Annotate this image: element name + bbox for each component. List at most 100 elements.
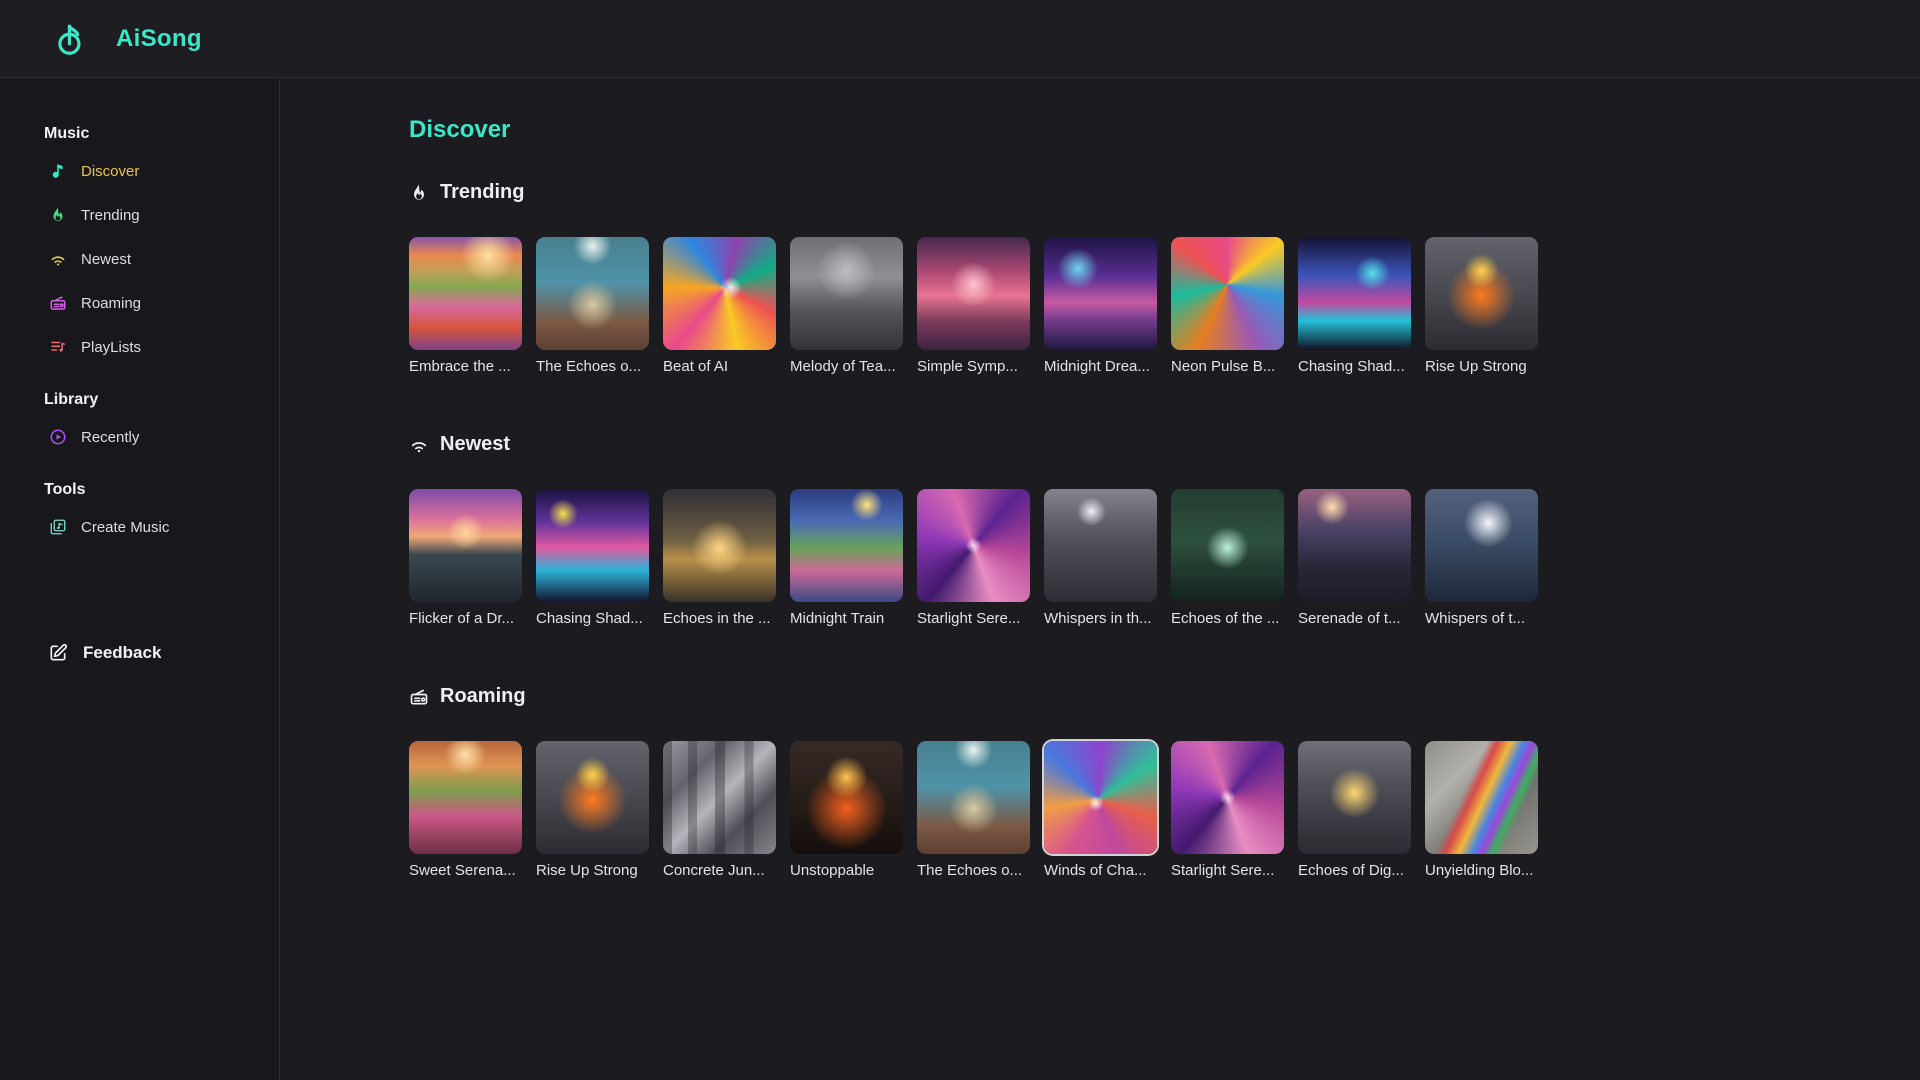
sections: Trending Embrace the ... The Echoes o... Be…: [409, 181, 1880, 879]
sidebar-item-label: Roaming: [81, 295, 141, 312]
song-title: Winds of Cha...: [1044, 862, 1157, 879]
song-tile-chasing-shad[interactable]: Chasing Shad...: [536, 489, 649, 627]
song-tile-the-echoes-o[interactable]: The Echoes o...: [917, 741, 1030, 879]
app-window: AiSong MusicDiscover Trending Newest Roamin…: [0, 0, 1920, 1080]
song-tile-unyielding-blo[interactable]: Unyielding Blo...: [1425, 741, 1538, 879]
playlist-icon: [49, 338, 67, 356]
song-title: Rise Up Strong: [536, 862, 649, 879]
sidebar-item-create-music[interactable]: Create Music: [0, 505, 279, 549]
sidebar-group-title: Music: [0, 119, 279, 149]
wifi-icon: [409, 435, 429, 455]
radio-icon: [409, 687, 429, 707]
song-tile-rise-up-strong[interactable]: Rise Up Strong: [1425, 237, 1538, 375]
song-tile-simple-symp[interactable]: Simple Symp...: [917, 237, 1030, 375]
album-art: [1298, 489, 1411, 602]
song-tile-neon-pulse-b[interactable]: Neon Pulse B...: [1171, 237, 1284, 375]
song-tile-starlight-sere[interactable]: Starlight Sere...: [1171, 741, 1284, 879]
feedback-button[interactable]: Feedback: [0, 643, 279, 663]
album-art: [1171, 741, 1284, 854]
album-art: [1171, 237, 1284, 350]
sidebar-group-title: Tools: [0, 475, 279, 505]
sidebar-item-discover[interactable]: Discover: [0, 149, 279, 193]
song-tile-whispers-of-t[interactable]: Whispers of t...: [1425, 489, 1538, 627]
app-title: AiSong: [116, 25, 202, 53]
song-title: Serenade of t...: [1298, 610, 1411, 627]
play-circle-icon: [49, 428, 67, 446]
album-art: [536, 489, 649, 602]
song-tile-midnight-drea[interactable]: Midnight Drea...: [1044, 237, 1157, 375]
sidebar-item-label: PlayLists: [81, 339, 141, 356]
sidebar-item-trending[interactable]: Trending: [0, 193, 279, 237]
song-tile-rise-up-strong[interactable]: Rise Up Strong: [536, 741, 649, 879]
song-title: Embrace the ...: [409, 358, 522, 375]
create-music-icon: [49, 518, 67, 536]
song-title: Concrete Jun...: [663, 862, 776, 879]
song-title: Flicker of a Dr...: [409, 610, 522, 627]
album-art: [790, 489, 903, 602]
album-art: [1425, 237, 1538, 350]
radio-icon: [49, 294, 67, 312]
music-note-icon: [49, 162, 67, 180]
sidebar-group-title: Library: [0, 385, 279, 415]
album-art: [1044, 237, 1157, 350]
album-art: [1044, 489, 1157, 602]
song-title: Echoes in the ...: [663, 610, 776, 627]
song-title: Rise Up Strong: [1425, 358, 1538, 375]
song-tile-unstoppable[interactable]: Unstoppable: [790, 741, 903, 879]
album-art: [536, 741, 649, 854]
song-tile-flicker-of-a-dr[interactable]: Flicker of a Dr...: [409, 489, 522, 627]
tile-row: Sweet Serena... Rise Up Strong Concrete Ju…: [409, 741, 1880, 879]
song-title: Melody of Tea...: [790, 358, 903, 375]
sidebar-group-library: Library Recently: [0, 385, 279, 459]
song-tile-echoes-of-dig[interactable]: Echoes of Dig...: [1298, 741, 1411, 879]
album-art: [1425, 489, 1538, 602]
song-tile-winds-of-cha[interactable]: Winds of Cha...: [1044, 741, 1157, 879]
sidebar-item-label: Newest: [81, 251, 131, 268]
sidebar-item-label: Trending: [81, 207, 140, 224]
album-art: [1044, 741, 1157, 854]
song-title: Echoes of the ...: [1171, 610, 1284, 627]
album-art: [663, 237, 776, 350]
sidebar-item-playlists[interactable]: PlayLists: [0, 325, 279, 369]
sidebar-item-newest[interactable]: Newest: [0, 237, 279, 281]
song-tile-echoes-in-the[interactable]: Echoes in the ...: [663, 489, 776, 627]
flame-icon: [409, 183, 429, 203]
album-art: [1298, 741, 1411, 854]
song-title: The Echoes o...: [536, 358, 649, 375]
section-title: Trending: [440, 181, 524, 204]
main-content: Discover TrendingEmbrace the ...The Echo…: [281, 79, 1920, 1080]
song-tile-concrete-jun[interactable]: Concrete Jun...: [663, 741, 776, 879]
song-title: Chasing Shad...: [536, 610, 649, 627]
album-art: [409, 237, 522, 350]
song-title: Whispers of t...: [1425, 610, 1538, 627]
section-trending: Trending Embrace the ... The Echoes o... Be…: [409, 181, 1880, 375]
song-tile-echoes-of-the[interactable]: Echoes of the ...: [1171, 489, 1284, 627]
song-tile-starlight-sere[interactable]: Starlight Sere...: [917, 489, 1030, 627]
song-tile-serenade-of-t[interactable]: Serenade of t...: [1298, 489, 1411, 627]
album-art: [790, 741, 903, 854]
song-tile-midnight-train[interactable]: Midnight Train: [790, 489, 903, 627]
song-title: Echoes of Dig...: [1298, 862, 1411, 879]
song-tile-embrace-the[interactable]: Embrace the ...: [409, 237, 522, 375]
sidebar-item-label: Create Music: [81, 519, 169, 536]
sidebar-item-recently[interactable]: Recently: [0, 415, 279, 459]
sidebar-item-roaming[interactable]: Roaming: [0, 281, 279, 325]
sidebar-item-label: Recently: [81, 429, 139, 446]
sidebar-group-tools: Tools Create Music: [0, 475, 279, 549]
album-art: [663, 489, 776, 602]
album-art: [1171, 489, 1284, 602]
album-art: [917, 489, 1030, 602]
song-tile-chasing-shad[interactable]: Chasing Shad...: [1298, 237, 1411, 375]
song-title: The Echoes o...: [917, 862, 1030, 879]
song-title: Starlight Sere...: [1171, 862, 1284, 879]
song-tile-beat-of-ai[interactable]: Beat of AI: [663, 237, 776, 375]
section-title: Newest: [440, 433, 510, 456]
song-title: Unyielding Blo...: [1425, 862, 1538, 879]
sidebar: MusicDiscover Trending Newest Roaming PlayLi…: [0, 79, 280, 1080]
song-tile-the-echoes-o[interactable]: The Echoes o...: [536, 237, 649, 375]
album-art: [917, 237, 1030, 350]
sidebar-group-music: MusicDiscover Trending Newest Roaming PlayLi…: [0, 119, 279, 369]
song-tile-melody-of-tea[interactable]: Melody of Tea...: [790, 237, 903, 375]
song-tile-whispers-in-th[interactable]: Whispers in th...: [1044, 489, 1157, 627]
song-tile-sweet-serena[interactable]: Sweet Serena...: [409, 741, 522, 879]
